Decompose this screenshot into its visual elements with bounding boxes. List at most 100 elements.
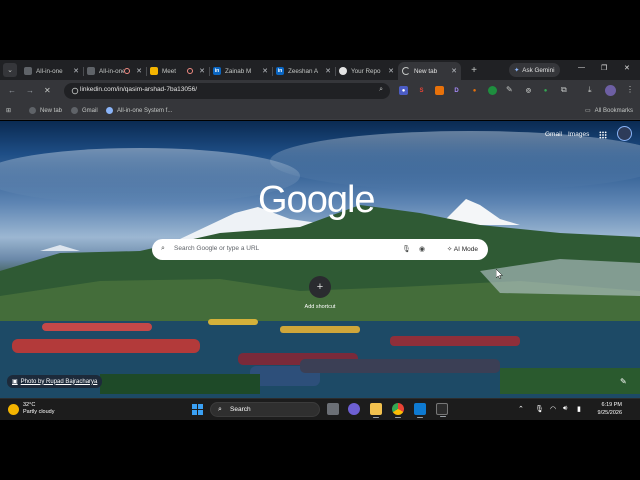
weather-widget[interactable]: 32°C Partly cloudy	[8, 402, 55, 416]
site-info-icon[interactable]	[71, 87, 79, 95]
photo-credit-link[interactable]: ▣ Photo by Rupad Bajracharya	[7, 375, 103, 388]
ask-gemini-label: Ask Gemini	[522, 66, 555, 74]
extension-icon-5[interactable]: ●	[470, 86, 479, 95]
search-icon: ⌕	[161, 245, 165, 252]
task-view-icon[interactable]	[327, 403, 339, 415]
tab-title: All-in-one	[99, 67, 125, 75]
ai-mode-label: AI Mode	[453, 246, 478, 253]
gmail-link[interactable]: Gmail	[545, 131, 562, 138]
restore-icon[interactable]: ❐	[601, 64, 607, 72]
linkedin-icon: in	[213, 67, 221, 75]
extensions-puzzle-icon[interactable]: ⧉	[561, 85, 567, 95]
eyedropper-icon[interactable]: ✎	[506, 85, 513, 94]
extension-icon-3[interactable]	[435, 86, 444, 95]
tab-all-in-one-2[interactable]: All-in-one ✕	[83, 62, 146, 80]
tab-your-repo[interactable]: Your Repo ✕	[335, 62, 398, 80]
extension-icon-4[interactable]: D	[452, 86, 461, 95]
search-box[interactable]: ⌕ Search Google or type a URL 🎙︎ ◉ ✧ AI …	[152, 239, 488, 260]
volume-icon[interactable]: 🔊︎	[563, 405, 567, 413]
address-bar[interactable]: linkedin.com/in/qasim-arshad-7ba13056/ ⌕	[64, 83, 390, 99]
google-logo: Google	[258, 179, 376, 221]
tab-search-button[interactable]: ⌄	[3, 63, 17, 77]
close-icon[interactable]: ✕	[388, 67, 394, 75]
close-window-icon[interactable]: ✕	[624, 64, 630, 72]
globe-icon	[71, 107, 78, 114]
meet-icon	[150, 67, 158, 75]
close-icon[interactable]: ✕	[262, 67, 268, 75]
all-bookmarks-label: All Bookmarks	[594, 107, 634, 114]
weather-description: Partly cloudy	[23, 409, 55, 415]
bookmark-all-in-one[interactable]: All-in-one System f...	[106, 107, 172, 114]
image-icon: ▣	[12, 379, 18, 385]
bookmark-gmail[interactable]: Gmail	[71, 107, 98, 114]
tab-title: New tab	[414, 67, 438, 75]
extension-icon-7[interactable]: ◎	[524, 86, 533, 95]
globe-icon	[24, 67, 32, 75]
bookmark-label: All-in-one System f...	[117, 107, 173, 114]
extension-icon-2[interactable]: S	[417, 86, 426, 95]
microphone-icon[interactable]: 🎙︎	[402, 245, 411, 253]
google-account-avatar[interactable]	[617, 126, 632, 141]
windows-start-icon[interactable]	[192, 404, 203, 415]
close-icon[interactable]: ✕	[199, 67, 205, 75]
tab-all-in-one-1[interactable]: All-in-one ✕	[20, 62, 83, 80]
taskbar-clock[interactable]: 6:19 PM 9/25/2026	[590, 402, 622, 417]
tab-new-tab[interactable]: New tab ✕	[398, 62, 461, 80]
linkedin-icon: in	[276, 67, 284, 75]
terminal-icon[interactable]	[436, 403, 448, 417]
stop-loading-icon[interactable]: ✕	[44, 86, 51, 95]
close-icon[interactable]: ✕	[73, 67, 79, 75]
teams-chat-icon[interactable]	[348, 403, 360, 415]
ai-mode-button[interactable]: ✧ AI Mode	[447, 245, 478, 253]
url-text[interactable]: linkedin.com/in/qasim-arshad-7ba13056/	[80, 86, 197, 93]
github-icon	[339, 67, 347, 75]
images-link[interactable]: Images	[568, 131, 589, 138]
ask-gemini-button[interactable]: ✦ Ask Gemini	[509, 63, 561, 77]
windows-taskbar: 32°C Partly cloudy ⌕ Search ⌃ 🎙︎ ◠ 🔊︎ ▮ …	[0, 398, 640, 420]
taskbar-search-box[interactable]: ⌕ Search	[210, 402, 320, 417]
vscode-icon[interactable]	[414, 403, 426, 418]
download-icon[interactable]: ⤓	[588, 85, 592, 95]
extension-icon-1[interactable]: ●	[399, 86, 408, 95]
back-icon[interactable]: ←	[8, 86, 16, 95]
profile-avatar[interactable]	[605, 85, 616, 96]
clock-date: 9/25/2026	[597, 409, 622, 416]
close-icon[interactable]: ✕	[325, 67, 331, 75]
tab-title: Meet	[162, 67, 176, 75]
battery-icon[interactable]: ▮	[577, 405, 581, 413]
close-icon[interactable]: ✕	[451, 67, 457, 75]
apps-grid-icon[interactable]: ⊞	[6, 107, 11, 114]
bookmark-label: New tab	[40, 107, 63, 114]
recording-icon	[187, 68, 194, 74]
all-bookmarks-folder[interactable]: ▭ All Bookmarks	[585, 107, 634, 115]
close-icon[interactable]: ✕	[136, 67, 142, 75]
add-shortcut-button[interactable]: +	[309, 276, 331, 298]
forward-icon[interactable]: →	[26, 86, 34, 95]
tab-zainab[interactable]: in Zainab M ✕	[209, 62, 272, 80]
wifi-icon[interactable]: ◠	[550, 405, 556, 413]
google-apps-icon[interactable]	[599, 131, 607, 139]
minimize-icon[interactable]: —	[578, 64, 585, 71]
file-explorer-icon[interactable]	[370, 403, 382, 418]
chrome-icon[interactable]	[392, 403, 404, 418]
google-lens-icon[interactable]: ◉	[419, 245, 425, 253]
zoom-icon[interactable]: ⌕	[379, 86, 383, 94]
tab-title: All-in-one	[36, 67, 63, 75]
new-tab-button[interactable]: +	[467, 65, 481, 76]
extension-icon-8[interactable]: ●	[541, 86, 550, 95]
extension-icon-6[interactable]	[488, 86, 497, 95]
search-input[interactable]: Search Google or type a URL	[174, 245, 259, 252]
customize-pencil-icon[interactable]: ✎	[620, 377, 627, 386]
menu-icon[interactable]: ⋮	[626, 85, 634, 94]
partly-cloudy-icon	[8, 404, 19, 415]
tab-meet[interactable]: Meet ✕	[146, 62, 209, 80]
show-hidden-icons-icon[interactable]: ⌃	[518, 405, 524, 413]
ai-sparkle-icon: ✧	[446, 246, 453, 253]
microphone-icon[interactable]: 🎙︎	[535, 405, 544, 413]
bookmark-new-tab[interactable]: New tab	[29, 107, 62, 114]
folder-icon: ▭	[585, 108, 591, 114]
plus-icon: +	[316, 281, 324, 293]
add-shortcut-label: Add shortcut	[304, 304, 336, 310]
tab-zeeshan[interactable]: in Zeeshan A ✕	[272, 62, 335, 80]
taskbar-search-label: Search	[230, 406, 251, 413]
